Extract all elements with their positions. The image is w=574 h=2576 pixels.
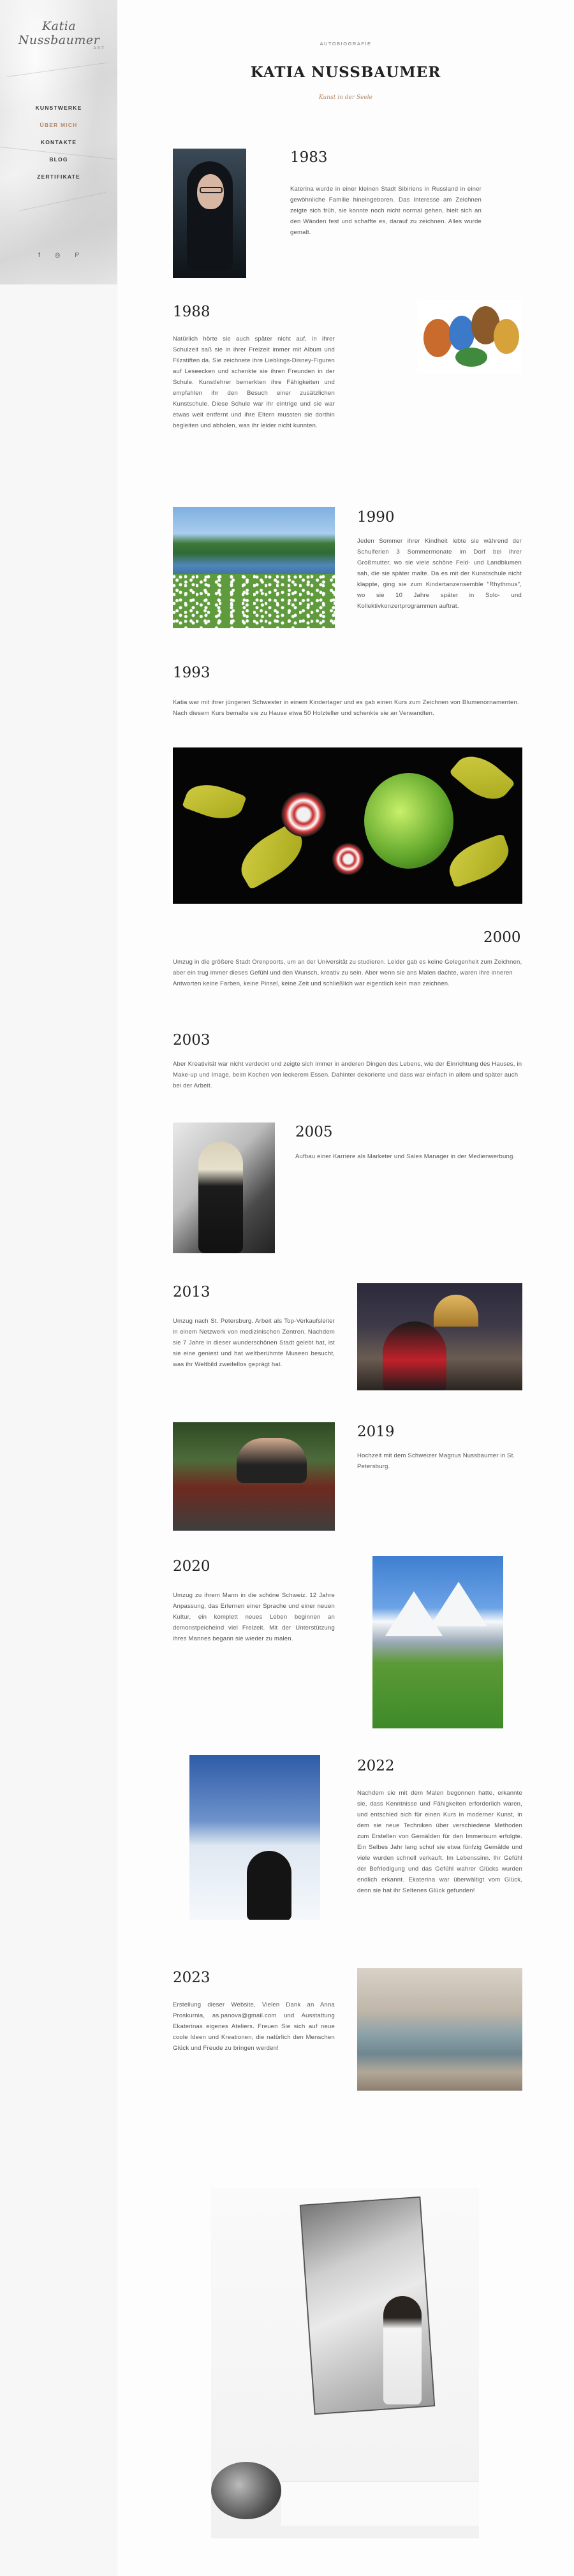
logo-text: Katia Nussbaumer — [18, 19, 100, 47]
nav-item-kunstwerke[interactable]: KUNSTWERKE — [0, 99, 117, 117]
timeline-text: Katia war mit ihrer jüngeren Schwester i… — [173, 699, 519, 717]
page-kicker: AUTOBIOGRAFIE — [320, 41, 372, 47]
snow-mountain-photo — [189, 1755, 320, 1920]
facebook-icon[interactable]: f — [38, 252, 40, 259]
timeline-text: Hochzeit mit dem Schweizer Magnus Nussba… — [357, 1452, 515, 1470]
year-heading: 1990 — [357, 509, 395, 526]
nav-item-kontakte[interactable]: KONTAKTE — [0, 134, 117, 151]
bw-portrait-photo — [173, 1122, 275, 1253]
timeline-text: Umzug zu ihrem Mann in die schöne Schwei… — [173, 1592, 335, 1642]
timeline-text: Natürlich hörte sie auch später nicht au… — [173, 335, 335, 429]
year-heading: 2022 — [357, 1758, 395, 1774]
timeline-text: Jeden Sommer ihrer Kindheit lebte sie wä… — [357, 538, 522, 610]
timeline-text: Nachdem sie mit dem Malen begonnen hatte… — [357, 1790, 522, 1894]
year-heading: 2020 — [173, 1558, 210, 1575]
timeline-text: Aufbau einer Karriere als Marketer und S… — [295, 1153, 515, 1160]
main-content: AUTOBIOGRAFIE KATIA NUSSBAUMER Kunst in … — [117, 0, 574, 2576]
year-heading: 1988 — [173, 304, 210, 320]
lake-landscape-photo — [173, 507, 335, 628]
year-heading: 1983 — [290, 149, 328, 166]
folk-flower-painting — [173, 747, 522, 904]
year-heading: 1993 — [173, 665, 210, 681]
marble-header: Katia Nussbaumer ART KUNSTWERKE ÜBER MIC… — [0, 0, 117, 284]
timeline-text: Umzug in die größere Stadt Orenpoorts, u… — [173, 959, 522, 987]
year-heading: 2013 — [173, 1284, 210, 1300]
portrait-photo — [173, 149, 246, 278]
nav-item-ueber-mich[interactable]: ÜBER MICH — [0, 117, 117, 134]
year-heading: 2003 — [173, 1032, 210, 1049]
site-logo[interactable]: Katia Nussbaumer ART — [13, 19, 105, 50]
cartoon-illustration — [417, 300, 522, 373]
year-heading: 2000 — [483, 929, 521, 946]
st-petersburg-couple-photo — [357, 1283, 522, 1390]
pinterest-icon[interactable]: P — [75, 252, 79, 259]
sidebar: Katia Nussbaumer ART KUNSTWERKE ÜBER MIC… — [0, 0, 117, 2576]
nav-item-blog[interactable]: BLOG — [0, 151, 117, 168]
year-heading: 2019 — [357, 1424, 395, 1440]
sea-painting — [357, 1968, 522, 2091]
timeline-text: Umzug nach St. Petersburg. Arbeit als To… — [173, 1318, 335, 1368]
swiss-alps-photo — [372, 1556, 503, 1728]
social-links: f ◎ P — [38, 252, 79, 259]
nav-item-zertifikate[interactable]: ZERTIFIKATE — [0, 168, 117, 186]
main-nav: KUNSTWERKE ÜBER MICH KONTAKTE BLOG ZERTI… — [0, 99, 117, 186]
page-subtitle: Kunst in der Seele — [318, 94, 373, 101]
instagram-icon[interactable]: ◎ — [55, 252, 61, 259]
year-heading: 2023 — [173, 1969, 210, 1986]
timeline-text: Katerina wurde in einer kleinen Stadt Si… — [290, 186, 482, 236]
installation-photo — [211, 2188, 479, 2538]
year-heading: 2005 — [295, 1124, 333, 1140]
timeline-text: Erstellung dieser Website, Vielen Dank a… — [173, 2001, 335, 2052]
wedding-car-photo — [173, 1422, 335, 1531]
timeline-text: Aber Kreativität war nicht verdeckt und … — [173, 1061, 522, 1089]
page-title: KATIA NUSSBAUMER — [250, 64, 441, 81]
